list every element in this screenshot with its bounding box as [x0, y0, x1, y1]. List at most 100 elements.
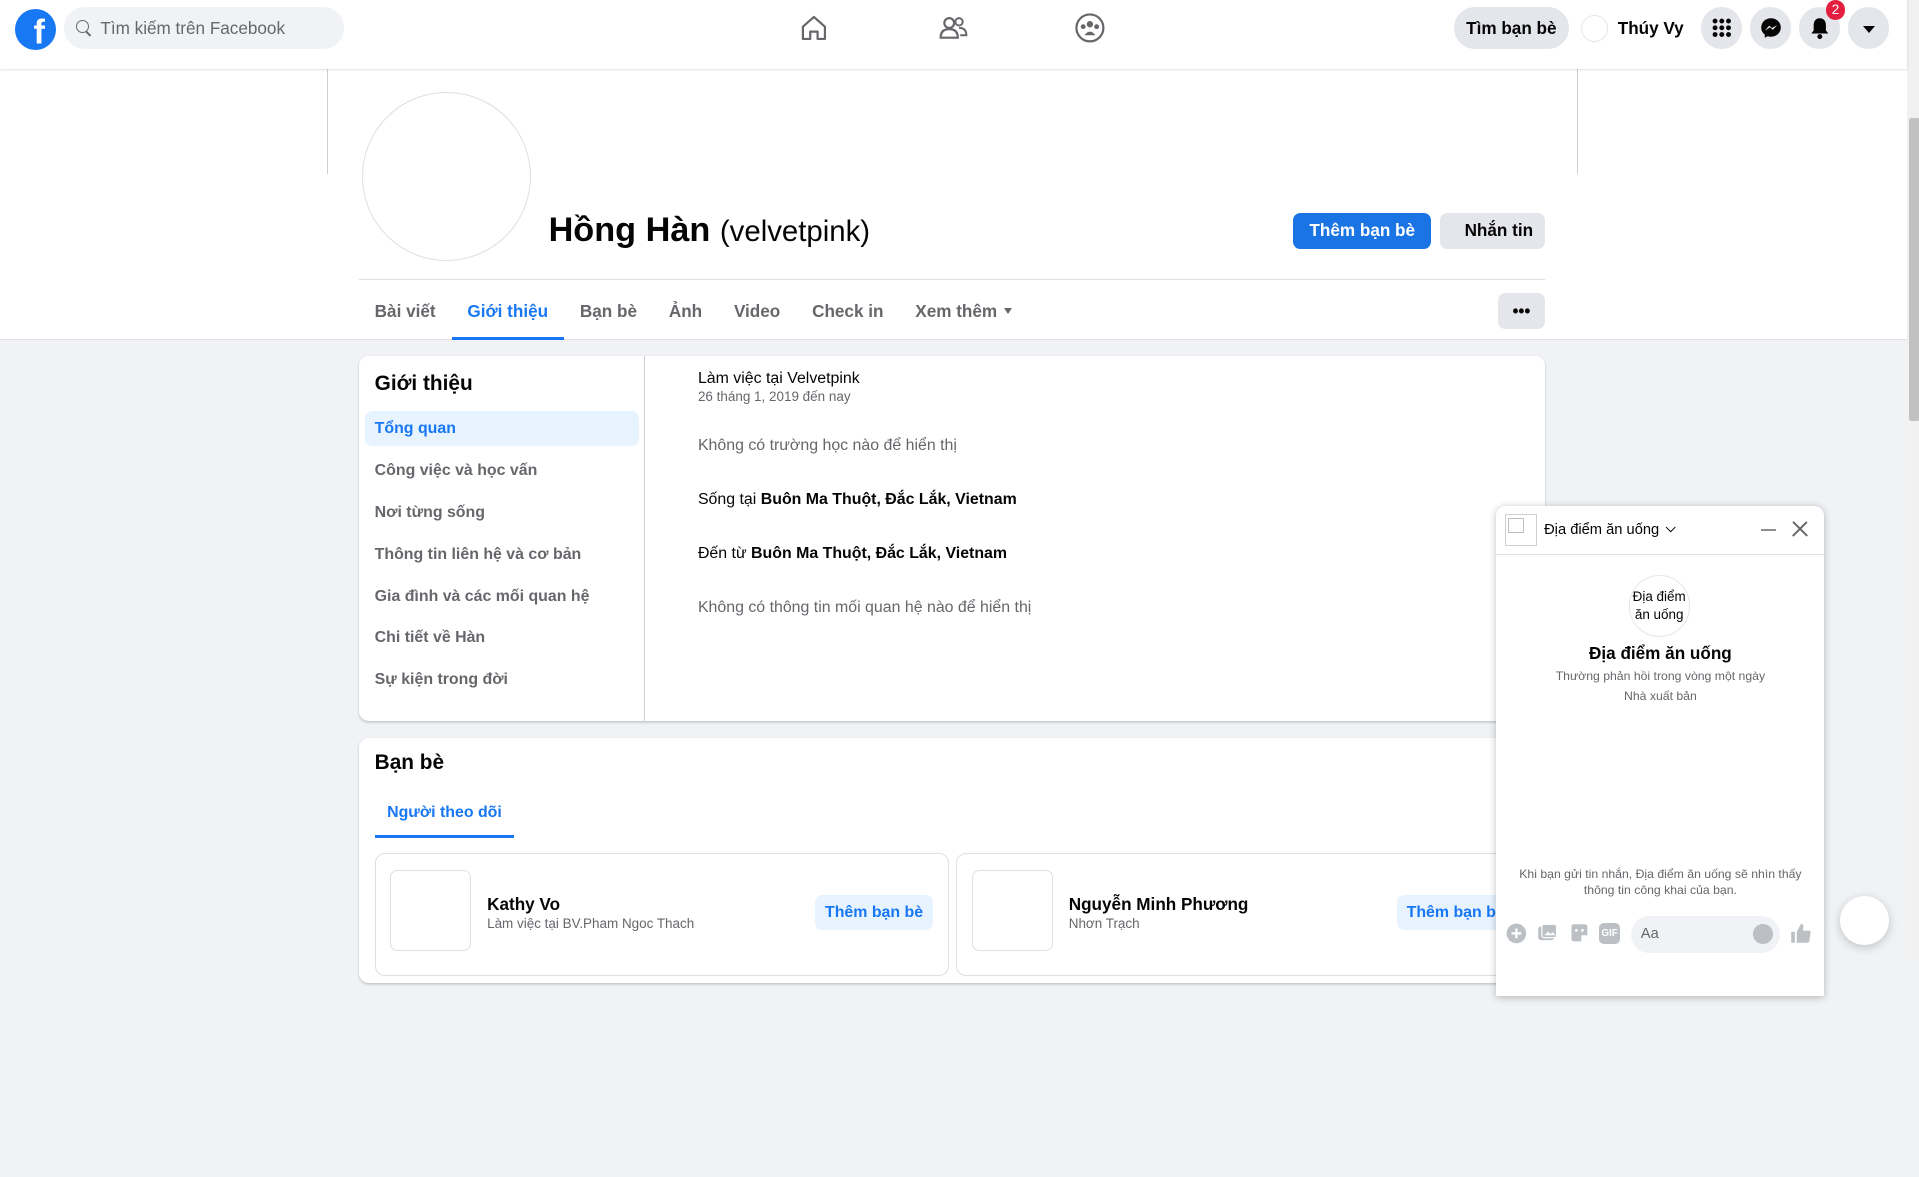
facebook-logo-letter: f: [33, 13, 45, 51]
caret-down-icon: [1004, 308, 1013, 314]
tab-label: Giới thiệu: [467, 300, 549, 321]
chat-header: Địa điểm ăn uống: [1496, 506, 1825, 555]
tab-followers[interactable]: Người theo dõi: [374, 791, 515, 838]
school-info: Không có trường học nào để hiển thị: [697, 437, 957, 455]
chat-title[interactable]: Địa điểm ăn uống: [1544, 521, 1676, 538]
tab-about[interactable]: Giới thiệu: [451, 282, 565, 341]
search-box[interactable]: [63, 7, 345, 49]
chat-header-avatar[interactable]: [1504, 514, 1537, 547]
tab-photos[interactable]: Ảnh: [653, 282, 718, 341]
top-right-actions: Tìm bạn bè Thúy Vy 2: [1453, 0, 1907, 49]
add-friend-button[interactable]: Thêm bạn bè: [815, 894, 933, 931]
user-name: Thúy Vy: [1617, 17, 1684, 38]
chat-privacy-note: Khi bạn gửi tin nhắn, Địa điểm ăn uống s…: [1519, 866, 1802, 897]
current-city-link[interactable]: Buôn Ma Thuột, Đắc Lắk, Vietnam: [761, 491, 1017, 508]
page-scrollbar[interactable]: [1906, 0, 1919, 962]
menu-button[interactable]: [1700, 7, 1743, 49]
new-message-button[interactable]: [1840, 896, 1890, 946]
relationship-info: Không có thông tin mối quan hệ nào để hi…: [697, 598, 1032, 616]
tab-check-ins[interactable]: Check in: [796, 282, 899, 341]
friend-subtitle: Nhơn Trạch: [1068, 915, 1140, 931]
profile-name: Hồng Hàn (velvetpink): [549, 211, 871, 250]
add-friend-button[interactable]: Thêm bạn bè: [1293, 213, 1432, 249]
profile-name-main: Hồng Hàn: [548, 210, 711, 249]
gif-icon[interactable]: GIF: [1599, 923, 1620, 945]
friend-photo[interactable]: [972, 870, 1053, 952]
about-menu-places-lived[interactable]: Nơi từng sống: [365, 495, 639, 529]
notifications-button[interactable]: 2: [1798, 0, 1846, 49]
groups-icon[interactable]: [1074, 12, 1106, 44]
caret-down-icon: [1862, 25, 1875, 33]
photo-icon[interactable]: [1537, 923, 1558, 944]
current-city-prefix: Sống tại: [697, 491, 761, 509]
scrollbar-thumb[interactable]: [1908, 117, 1919, 422]
facebook-logo-icon[interactable]: f: [14, 8, 57, 51]
message-button[interactable]: Nhắn tin: [1440, 213, 1546, 249]
friend-card: Kathy Vo Làm việc tại BV.Pham Ngoc Thach…: [374, 853, 949, 976]
about-menu-work-education[interactable]: Công việc và học vấn: [365, 453, 639, 487]
sticker-icon[interactable]: [1569, 923, 1590, 944]
work-text: Làm việc tại Velvetpink: [697, 369, 860, 387]
chevron-down-icon: [1665, 522, 1676, 533]
tab-label: Bài viết: [374, 300, 436, 321]
friends-icon[interactable]: [937, 12, 969, 44]
about-menu-life-events[interactable]: Sự kiện trong đời: [365, 663, 639, 697]
tab-videos[interactable]: Video: [718, 282, 796, 341]
more-options-button[interactable]: •••: [1497, 292, 1546, 330]
tab-friends[interactable]: Bạn bè: [564, 282, 653, 341]
find-friends-button[interactable]: Tìm bạn bè: [1453, 7, 1569, 49]
chat-page-avatar: Địa điểm ăn uống: [1628, 575, 1690, 637]
hometown-prefix: Đến từ: [697, 544, 752, 562]
chat-window: Địa điểm ăn uống Địa điểm ăn uống Địa đi…: [1496, 505, 1825, 996]
about-menu-family-relationships[interactable]: Gia đình và các mối quan hệ: [365, 579, 639, 613]
minimize-icon[interactable]: [1760, 528, 1776, 531]
friends-title: Bạn bè: [374, 750, 445, 774]
messenger-button[interactable]: [1749, 7, 1792, 49]
about-menu-contact-info[interactable]: Thông tin liên hệ và cơ bản: [365, 537, 639, 571]
friend-name[interactable]: Nguyễn Minh Phương: [1069, 894, 1249, 915]
grid-menu-icon: [1712, 18, 1731, 38]
chat-title-text: Địa điểm ăn uống: [1544, 521, 1660, 538]
account-button[interactable]: [1847, 7, 1890, 49]
friend-photo[interactable]: [390, 870, 472, 952]
current-city-info: Sống tại Buôn Ma Thuột, Đắc Lắk, Vietnam: [698, 491, 1017, 509]
bell-icon: [1811, 18, 1829, 40]
about-menu-details[interactable]: Chi tiết về Hàn: [365, 621, 639, 655]
chat-message-input[interactable]: [1640, 926, 1739, 943]
notification-badge: 2: [1825, 0, 1846, 20]
emoji-icon[interactable]: [1753, 924, 1774, 945]
work-date: 26 tháng 1, 2019 đến nay: [697, 389, 851, 405]
about-menu: Tổng quan Công việc và học vấn Nơi từng …: [364, 411, 640, 705]
chat-page-name: Địa điểm ăn uống: [1589, 642, 1732, 663]
thumbs-up-icon[interactable]: [1790, 922, 1812, 944]
search-input[interactable]: [100, 17, 321, 39]
profile-header: Hồng Hàn (velvetpink) Thêm bạn bè Nhắn t…: [0, 68, 1907, 341]
about-title: Giới thiệu: [374, 372, 473, 396]
chat-message-box[interactable]: [1631, 915, 1781, 953]
friend-name[interactable]: Kathy Vo: [487, 894, 560, 915]
home-icon[interactable]: [798, 12, 830, 44]
about-menu-overview[interactable]: Tổng quan: [364, 411, 640, 446]
tab-label: Xem thêm: [915, 300, 998, 321]
tab-posts[interactable]: Bài viết: [359, 282, 452, 341]
chat-composer: GIF: [1496, 915, 1824, 953]
cover-edge-right: [1577, 68, 1579, 174]
friend-subtitle: Làm việc tại BV.Pham Ngoc Thach: [487, 915, 695, 931]
work-info: Làm việc tại Velvetpink 26 tháng 1, 2019…: [698, 370, 860, 404]
profile-shortcut[interactable]: Thúy Vy: [1581, 14, 1684, 42]
profile-picture[interactable]: [362, 91, 532, 261]
header-divider: [358, 279, 1546, 281]
tab-label: Video: [733, 300, 781, 321]
about-sidebar: Giới thiệu Tổng quan Công việc và học vấ…: [359, 356, 646, 722]
hometown-link[interactable]: Buôn Ma Thuột, Đắc Lắk, Vietnam: [751, 545, 1007, 562]
tab-label: Check in: [812, 300, 884, 321]
tab-more[interactable]: Xem thêm: [899, 282, 1028, 341]
plus-circle-icon[interactable]: [1506, 923, 1527, 944]
cover-edge-left: [326, 68, 329, 174]
profile-tabs: Bài viết Giới thiệu Bạn bè Ảnh Video Che…: [359, 282, 1029, 341]
messenger-icon: [1760, 18, 1781, 38]
tab-label: Bạn bè: [579, 300, 638, 321]
avatar: [1581, 14, 1608, 42]
close-icon[interactable]: [1790, 519, 1810, 539]
search-icon: [75, 19, 93, 37]
